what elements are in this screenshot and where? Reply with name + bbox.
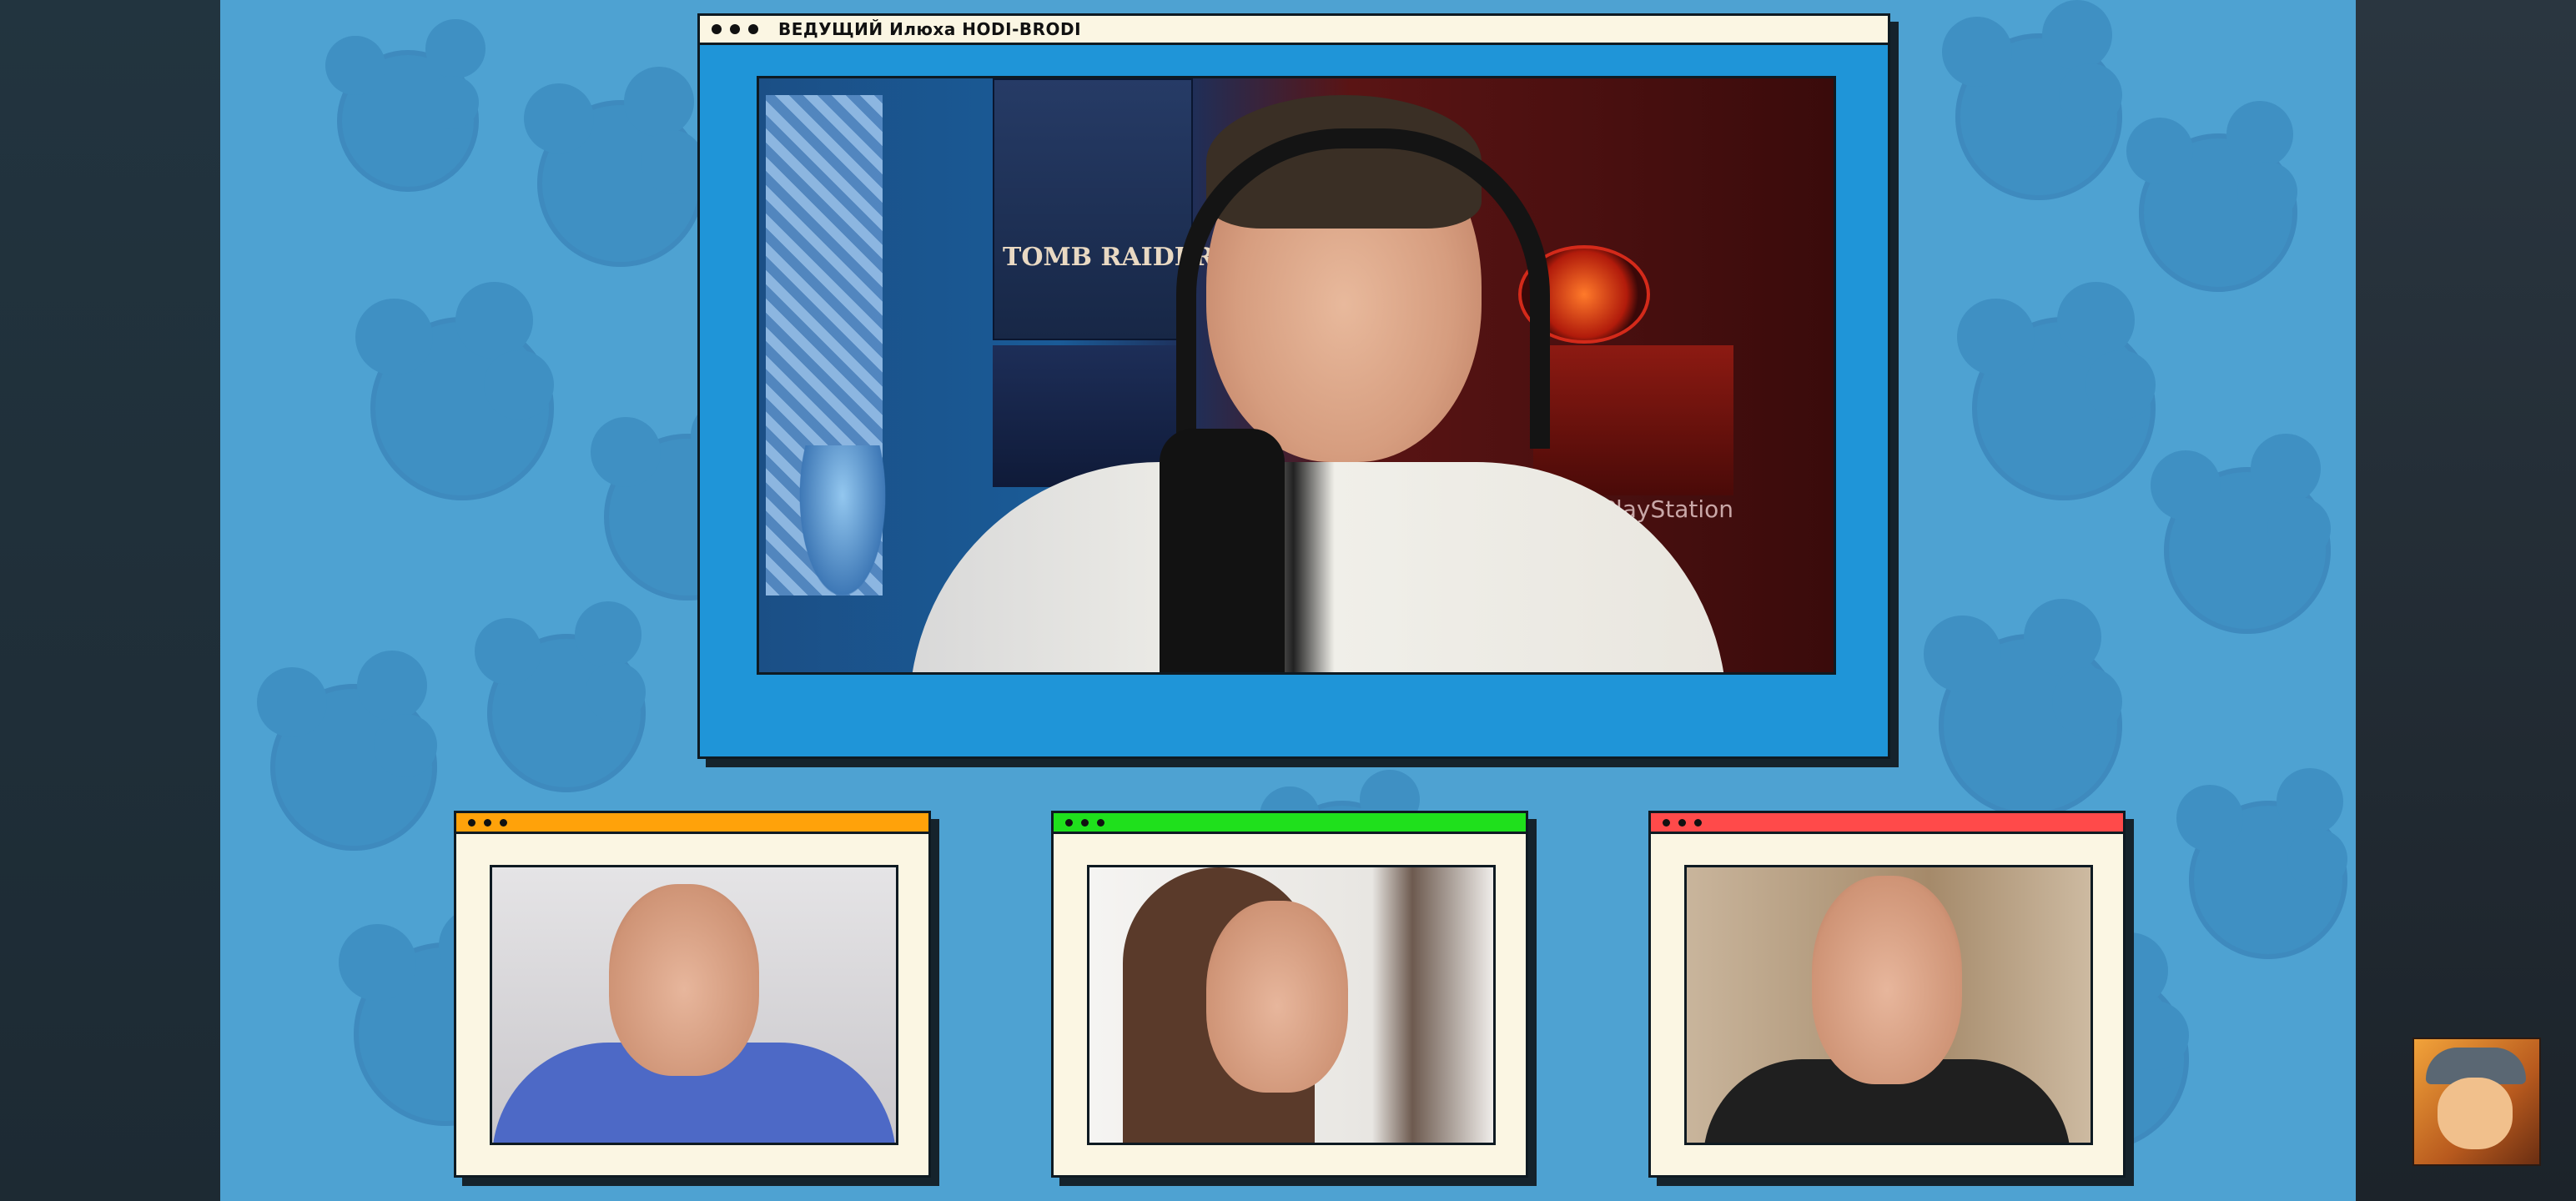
paw-pattern-icon bbox=[2126, 118, 2297, 292]
paw-pattern-icon bbox=[2151, 450, 2331, 634]
poster bbox=[993, 78, 1193, 340]
host-window-titlebar: ВЕДУЩИЙ Илюха HODI-BRODI bbox=[700, 16, 1888, 45]
paw-pattern-icon bbox=[257, 667, 437, 851]
guest-3-face bbox=[1812, 876, 1962, 1084]
guest-3-video-feed bbox=[1684, 865, 2093, 1145]
paw-pattern-icon bbox=[1957, 299, 2156, 500]
guest-1-face bbox=[609, 884, 759, 1076]
guest-2-video-feed bbox=[1087, 865, 1496, 1145]
headset-icon bbox=[1176, 128, 1550, 449]
guest-window-3 bbox=[1648, 811, 2126, 1178]
window-dots-icon bbox=[712, 24, 758, 34]
left-sidebar-background bbox=[0, 0, 220, 1201]
window-dots-icon bbox=[468, 818, 507, 827]
decor-plant bbox=[792, 445, 893, 612]
avatar-icon[interactable] bbox=[2412, 1038, 2541, 1166]
paw-pattern-icon bbox=[2176, 785, 2347, 959]
host-video-feed: TOMB RAIDER IV PlayStation bbox=[757, 76, 1836, 675]
window-dots-icon bbox=[1663, 818, 1702, 827]
host-window-title: ВЕДУЩИЙ Илюха HODI-BRODI bbox=[778, 19, 1082, 39]
guest-window-2 bbox=[1051, 811, 1528, 1178]
avatar-face bbox=[2438, 1078, 2513, 1149]
guest-2-titlebar bbox=[1054, 813, 1526, 834]
paw-pattern-icon bbox=[1924, 616, 2122, 817]
window-dots-icon bbox=[1065, 818, 1104, 827]
guest-1-titlebar bbox=[456, 813, 928, 834]
microphone-icon bbox=[1160, 429, 1285, 672]
guest-3-titlebar bbox=[1651, 813, 2123, 834]
guest-window-1 bbox=[454, 811, 931, 1178]
paw-pattern-icon bbox=[355, 299, 554, 500]
guest-2-face bbox=[1206, 901, 1348, 1093]
shelf-decor bbox=[1533, 345, 1733, 495]
guest-1-video-feed bbox=[490, 865, 898, 1145]
right-sidebar-background bbox=[2356, 0, 2576, 1201]
paw-pattern-icon bbox=[474, 618, 646, 792]
paw-pattern-icon bbox=[325, 36, 479, 192]
stream-stage: ВЕДУЩИЙ Илюха HODI-BRODI TOMB RAIDER IV … bbox=[220, 0, 2356, 1201]
paw-pattern-icon bbox=[524, 83, 704, 267]
paw-pattern-icon bbox=[1942, 17, 2122, 200]
host-window: ВЕДУЩИЙ Илюха HODI-BRODI TOMB RAIDER IV … bbox=[697, 13, 1890, 759]
